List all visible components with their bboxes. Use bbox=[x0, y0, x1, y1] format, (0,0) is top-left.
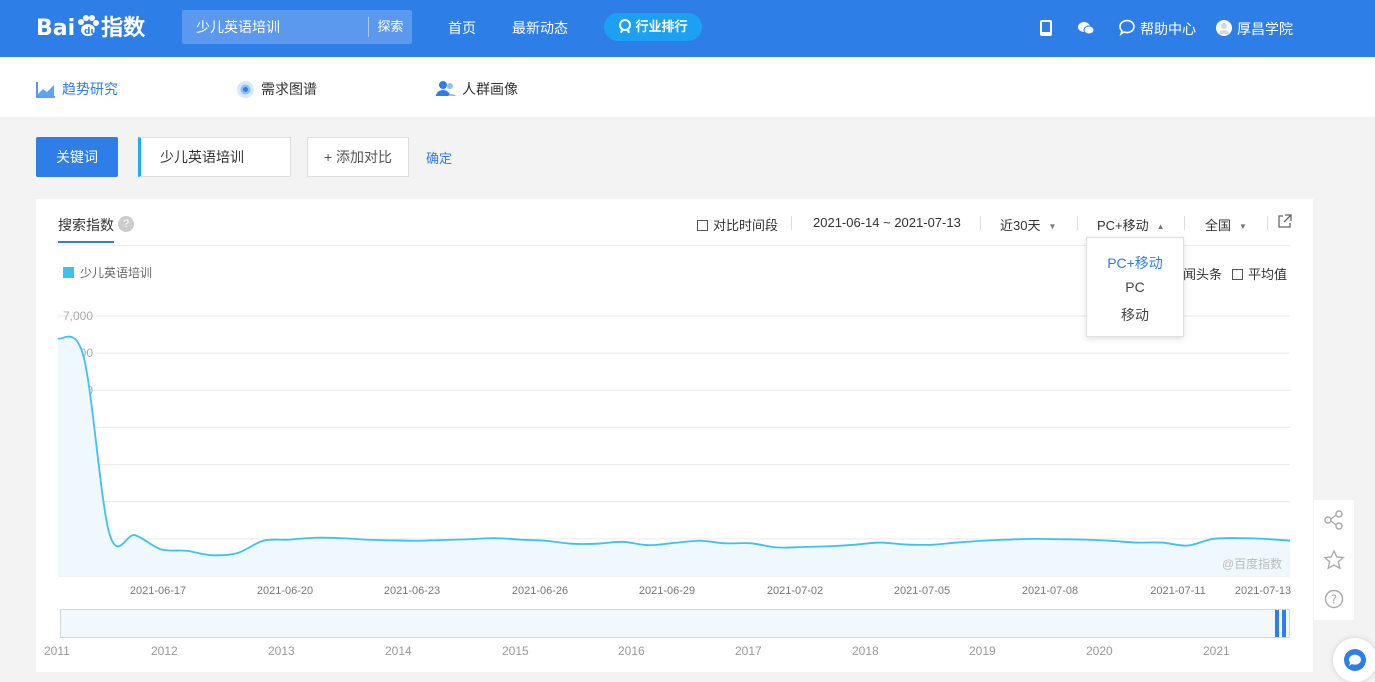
year-label: 2012 bbox=[151, 644, 178, 658]
average-label: 平均值 bbox=[1248, 267, 1288, 282]
divider bbox=[791, 216, 792, 230]
help-center-link[interactable]: 帮助中心 bbox=[1140, 19, 1196, 39]
caret-down-icon: ▼ bbox=[1048, 222, 1057, 231]
baidu-index-logo[interactable]: Bai du 指数 bbox=[36, 10, 145, 42]
chart-legend[interactable]: 少儿英语培训 bbox=[63, 264, 152, 281]
question-circle-icon[interactable]: ? bbox=[1324, 589, 1344, 609]
device-value: PC+移动 bbox=[1097, 218, 1149, 233]
legend-label: 少儿英语培训 bbox=[80, 266, 153, 280]
search-input[interactable] bbox=[182, 10, 368, 44]
chat-bubble-icon bbox=[1344, 649, 1366, 671]
divider bbox=[1077, 216, 1078, 230]
academy-link[interactable]: 厚昌学院 bbox=[1237, 19, 1293, 39]
divider bbox=[980, 216, 981, 230]
year-label: 2015 bbox=[502, 644, 529, 658]
watermark: @百度指数 bbox=[1222, 557, 1283, 571]
subnav-trend-label: 趋势研究 bbox=[62, 81, 118, 97]
year-label: 2013 bbox=[268, 644, 295, 658]
export-icon[interactable] bbox=[1277, 214, 1292, 229]
wechat-icon[interactable] bbox=[1077, 19, 1095, 37]
brush-handle-left[interactable] bbox=[1275, 610, 1279, 637]
confirm-link[interactable]: 确定 bbox=[426, 148, 452, 167]
divider bbox=[1184, 216, 1185, 230]
device-option-all[interactable]: PC+移动 bbox=[1087, 253, 1183, 273]
news-headline-toggle[interactable]: 闻头条 bbox=[1183, 264, 1222, 283]
nav-news[interactable]: 最新动态 bbox=[512, 18, 568, 38]
crowd-portrait-icon bbox=[436, 81, 456, 96]
subnav-crowd[interactable]: 人群画像 bbox=[436, 79, 518, 99]
help-chat-icon bbox=[1119, 19, 1135, 36]
subnav-demand-label: 需求图谱 bbox=[261, 81, 317, 97]
caret-up-icon: ▲ bbox=[1156, 222, 1165, 231]
chat-button[interactable] bbox=[1333, 638, 1375, 682]
year-label: 2018 bbox=[852, 644, 879, 658]
svg-text:?: ? bbox=[1331, 593, 1337, 607]
user-avatar-icon bbox=[1216, 20, 1232, 36]
year-label: 2016 bbox=[618, 644, 645, 658]
mobile-icon[interactable] bbox=[1037, 19, 1055, 37]
rank-icon bbox=[619, 19, 632, 34]
checkbox-icon bbox=[697, 220, 708, 231]
year-label: 2019 bbox=[969, 644, 996, 658]
share-icon[interactable] bbox=[1324, 510, 1344, 530]
checkbox-icon bbox=[1232, 269, 1243, 280]
brush-handles[interactable] bbox=[1275, 610, 1286, 637]
paw-icon: du bbox=[78, 15, 100, 37]
year-label: 2011 bbox=[44, 644, 70, 658]
logo-text: Bai bbox=[36, 16, 76, 41]
question-icon[interactable]: ? bbox=[118, 216, 134, 232]
compare-period-label: 对比时间段 bbox=[713, 218, 779, 233]
device-option-pc[interactable]: PC bbox=[1087, 279, 1183, 295]
year-label: 2020 bbox=[1086, 644, 1113, 658]
tab-search-index[interactable]: 搜索指数 bbox=[58, 215, 114, 235]
region-value: 全国 bbox=[1205, 218, 1232, 233]
subnav-trend[interactable]: 趋势研究 bbox=[36, 79, 118, 99]
time-range-brush[interactable] bbox=[60, 609, 1290, 638]
period-select[interactable]: 近30天 ▼ bbox=[1000, 215, 1056, 234]
year-label: 2021 bbox=[1203, 644, 1230, 658]
logo-suffix: 指数 bbox=[101, 16, 146, 41]
year-label: 2017 bbox=[735, 644, 762, 658]
year-label: 2014 bbox=[385, 644, 412, 658]
region-select[interactable]: 全国 ▼ bbox=[1205, 215, 1247, 234]
add-compare-button[interactable]: + 添加对比 bbox=[307, 137, 409, 177]
device-dropdown: PC+移动 PC 移动 bbox=[1086, 237, 1184, 337]
side-toolbar: ? bbox=[1314, 500, 1354, 620]
tab-underline bbox=[58, 241, 114, 243]
keyword-button[interactable]: 关键词 bbox=[36, 137, 118, 177]
sub-nav: 趋势研究 需求图谱 人群画像 bbox=[0, 57, 1375, 117]
industry-rank-label: 行业排行 bbox=[635, 19, 688, 34]
svg-text:du: du bbox=[84, 27, 97, 37]
subnav-demand[interactable]: 需求图谱 bbox=[236, 79, 317, 99]
star-icon[interactable] bbox=[1323, 549, 1345, 571]
caret-down-icon: ▼ bbox=[1239, 222, 1247, 231]
nav-home[interactable]: 首页 bbox=[448, 18, 476, 38]
top-bar: Baidu 指数 探索 首页 最新动态 行业排行 帮助中心 厚昌学院 bbox=[0, 0, 1375, 57]
demand-graph-icon bbox=[237, 80, 254, 98]
explore-button[interactable]: 探索 bbox=[369, 10, 412, 44]
subnav-crowd-label: 人群画像 bbox=[462, 81, 518, 97]
keyword-field[interactable]: 少儿英语培训 bbox=[138, 137, 291, 177]
divider bbox=[1267, 216, 1268, 230]
period-value: 近30天 bbox=[1000, 218, 1041, 233]
device-option-mobile[interactable]: 移动 bbox=[1087, 305, 1183, 325]
legend-swatch bbox=[63, 267, 74, 278]
trend-chart-icon bbox=[36, 82, 55, 98]
average-toggle[interactable]: 平均值 bbox=[1232, 264, 1287, 283]
compare-period-toggle[interactable]: 对比时间段 bbox=[697, 215, 778, 234]
brush-handle-right[interactable] bbox=[1282, 610, 1286, 637]
industry-rank-button[interactable]: 行业排行 bbox=[604, 13, 702, 41]
device-select[interactable]: PC+移动 ▲ bbox=[1097, 215, 1165, 234]
search-box: 探索 bbox=[182, 10, 412, 44]
date-range-picker[interactable]: 2021-06-14 ~ 2021-07-13 bbox=[813, 215, 961, 230]
